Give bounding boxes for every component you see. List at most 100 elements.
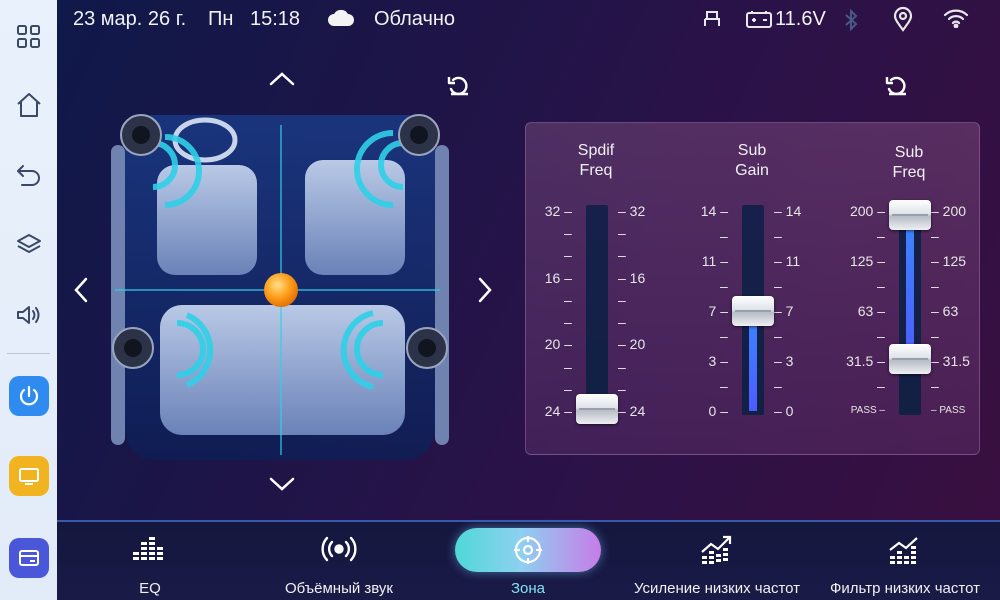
zone-left-arrow-icon[interactable] [72,276,90,304]
tick-label: – 31.5 [931,353,970,369]
card-app-button[interactable] [9,538,49,578]
tick-label: 200 – [849,203,885,219]
tick-label: – 11 [774,253,801,269]
minor-tick: – [774,328,782,344]
tick-label: – 63 [931,303,959,319]
front-left-seat [157,165,257,275]
wifi-icon [943,9,969,28]
cloud-icon [328,9,354,26]
minor-tick: – [931,378,939,394]
slider-fill [749,311,757,411]
slider-knob[interactable] [889,344,931,374]
tick-label: 11 – [701,253,728,269]
zone-reset-icon[interactable] [446,74,472,98]
zone-down-arrow-icon[interactable] [268,475,296,493]
slider-knob[interactable] [732,296,774,326]
minor-tick: – [774,278,782,294]
status-weather: Облачно [374,8,456,30]
tab-bass-boost[interactable]: Усиление низких частот [627,522,807,600]
lowpass-icon [889,537,918,564]
tab-surround-label: Объёмный звук [285,580,393,597]
tab-lowpass-label: Фильтр низких частот [830,580,980,597]
slider-track[interactable] [586,205,608,415]
minor-tick: – [774,378,782,394]
minor-tick: – [720,228,728,244]
sub-gain-title-line2: Gain [735,162,769,179]
sliders-reset-icon[interactable] [884,74,910,98]
status-voltage: 11.6V [775,8,826,30]
minor-tick: – [564,358,572,375]
minor-tick: – [618,380,626,397]
monitor-app-button[interactable] [9,456,49,496]
tab-eq-label: EQ [139,580,161,597]
volume-icon [16,305,39,324]
sub-freq-title-line2: Freq [892,164,926,181]
tab-zone[interactable]: Зона [483,522,573,600]
zone-right-arrow-icon[interactable] [476,276,494,304]
minor-tick: – [618,314,626,331]
tick-label: – 16 [618,269,646,286]
minor-tick: – [618,291,626,308]
zone-up-arrow-icon[interactable] [268,70,296,88]
minor-tick: – [931,228,939,244]
slider-track[interactable] [899,205,921,415]
tab-lowpass[interactable]: Фильтр низких частот [825,522,985,600]
tick-label: 63 – [857,303,885,319]
tick-label: – 32 [618,203,646,219]
tick-label: 3 – [708,353,728,369]
battery-icon [746,11,772,28]
minor-tick: – [564,225,572,242]
slider-knob[interactable] [889,200,931,230]
minor-tick: – [877,328,885,344]
status-date: 23 мар. 26 г. [73,8,187,30]
sidebar [0,0,57,600]
sub-gain-title-line1: Sub [737,142,767,159]
tick-label: – 0 [774,403,794,419]
minor-tick: – [931,328,939,344]
minor-tick: – [877,228,885,244]
minor-tick: – [564,291,572,308]
power-app-button[interactable] [9,376,49,416]
grid-icon [16,24,40,48]
tick-label: – 125 [931,253,967,269]
minor-tick: – [720,328,728,344]
tick-label: 14 – [700,203,728,219]
zone-icon [514,536,542,564]
layers-button[interactable] [8,224,49,265]
spdif-freq-title-line2: Freq [579,162,613,179]
status-time: 15:18 [250,8,301,30]
tab-surround[interactable]: Объёмный звук [269,522,409,600]
apps-grid-button[interactable] [8,16,49,57]
tick-label: – 7 [774,303,794,319]
minor-tick: – [564,380,572,397]
tick-label: 32 – [544,203,572,219]
volume-button[interactable] [8,294,49,335]
sub-gain-title: Sub Gain [707,141,797,181]
tick-label: 31.5 – [846,353,885,369]
tick-label: PASS – [850,405,885,416]
surround-icon [321,536,357,562]
location-icon [893,6,913,32]
tab-eq[interactable]: EQ [105,522,195,600]
tick-label: – 24 [618,403,646,419]
status-weekday: Пн [208,8,234,30]
eq-icon [133,537,163,560]
seat-icon [704,11,720,26]
slider-fill [906,215,914,359]
back-button[interactable] [8,154,49,195]
tick-label: 125 – [849,253,885,269]
back-icon [16,164,40,186]
home-button[interactable] [8,84,49,125]
monitor-icon [19,468,39,485]
car-seat-diagram[interactable] [105,105,455,465]
minor-tick: – [618,247,626,264]
sub-freq-title-line1: Sub [894,144,924,161]
tick-label: – 20 [618,336,646,353]
minor-tick: – [931,278,939,294]
minor-tick: – [877,278,885,294]
tick-label: 16 – [544,269,572,286]
minor-tick: – [877,378,885,394]
slider-knob[interactable] [576,394,618,424]
balance-point-knob[interactable] [264,273,298,307]
status-bar: 23 мар. 26 г. Пн 15:18 Облачно 11.6V [57,0,1000,38]
